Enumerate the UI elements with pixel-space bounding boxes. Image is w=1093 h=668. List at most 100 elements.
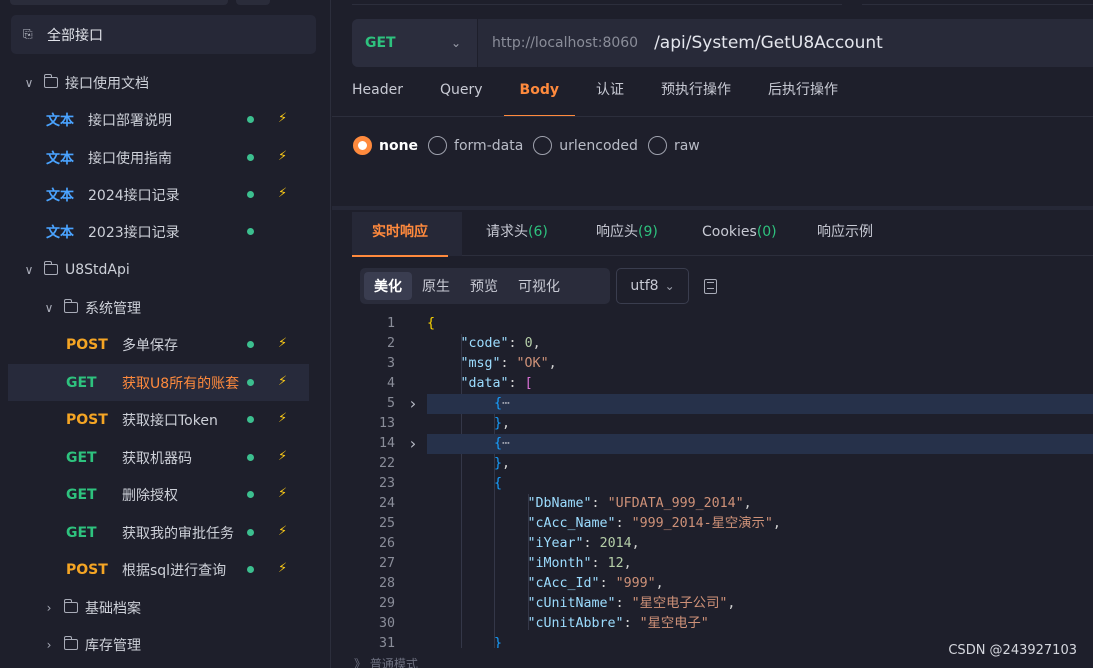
lightning-icon[interactable]: ⚡	[278, 524, 287, 539]
code-token: :	[508, 336, 525, 351]
status-dot-icon	[247, 529, 254, 536]
tree-item-label: 多单保存	[122, 337, 178, 354]
radio-circle-icon[interactable]	[533, 136, 553, 155]
body-type-radios: none form-data urlencoded raw	[353, 136, 710, 155]
code-line: 5 › {⋯	[387, 394, 1093, 414]
radio-circle-icon[interactable]	[353, 136, 372, 155]
tree-item[interactable]: 文本 接口部署说明 ⚡	[8, 101, 309, 138]
view-mode-button[interactable]: 可视化	[508, 272, 570, 300]
tree-folder[interactable]: ∨ 系统管理	[8, 289, 309, 326]
radio-label: form-data	[454, 137, 524, 154]
tree-item[interactable]: GET 删除授权 ⚡	[8, 476, 309, 513]
main-panel: GET ⌄ http://localhost:8060 /api/System/…	[332, 0, 1093, 668]
code-line: 30 "cUnitAbbre": "星空电子"	[352, 614, 1093, 634]
doc-tag: 文本	[46, 187, 74, 204]
tree-item[interactable]: GET 获取U8所有的账套 ⚡	[8, 364, 309, 401]
tree-folder[interactable]: › 库存管理	[8, 626, 309, 663]
request-tab[interactable]: 认证	[596, 74, 624, 117]
tree-folder[interactable]: ∨ 接口使用文档	[8, 64, 309, 101]
chevron-right-icon[interactable]: ›	[408, 434, 418, 454]
code-token: ,	[623, 556, 632, 571]
tree-item[interactable]: 文本 2024接口记录 ⚡	[8, 176, 309, 213]
response-tab[interactable]: 请求头(6)	[486, 212, 548, 256]
request-tab[interactable]: 预执行操作	[661, 74, 731, 117]
body-type-radio[interactable]: form-data	[428, 136, 523, 155]
tree-item[interactable]: POST 多单保存 ⚡	[8, 326, 309, 363]
tree-item[interactable]: POST 根据sql进行查询 ⚡	[8, 551, 309, 588]
code-line: 27 "iMonth": 12,	[352, 554, 1093, 574]
tree-folder[interactable]: ∨ U8StdApi	[8, 251, 309, 288]
watermark: CSDN @243927103	[948, 643, 1077, 658]
chevron-right-icon[interactable]: ›	[42, 638, 56, 652]
chevron-down-icon[interactable]: ∨	[22, 76, 36, 90]
request-tab[interactable]: Header	[352, 74, 403, 117]
status-dot-icon	[247, 341, 254, 348]
code-text: }	[494, 634, 502, 648]
all-api-item[interactable]: ⎘ 全部接口	[11, 15, 316, 54]
lightning-icon[interactable]: ⚡	[278, 374, 287, 389]
method-select[interactable]: GET ⌄	[352, 19, 478, 67]
line-number: 26	[378, 536, 395, 551]
status-dot-icon	[247, 566, 254, 573]
lightning-icon[interactable]: ⚡	[278, 149, 287, 164]
lightning-icon[interactable]: ⚡	[278, 411, 287, 426]
lightning-icon[interactable]: ⚡	[278, 186, 287, 201]
encoding-select[interactable]: utf8 ⌄	[616, 268, 689, 304]
code-text: "cAcc_Name": "999_2014-星空演示",	[528, 514, 781, 534]
response-tab[interactable]: 实时响应	[352, 212, 448, 257]
code-line: 3 "msg": "OK",	[352, 354, 1093, 374]
request-tab[interactable]: Body	[503, 74, 576, 117]
code-token: 0	[524, 336, 533, 351]
chevron-down-icon[interactable]: ∨	[22, 263, 36, 277]
code-token: "星空电子公司"	[631, 596, 728, 611]
body-type-radio[interactable]: none	[353, 136, 418, 155]
sidebar-search-input[interactable]	[10, 0, 228, 5]
radio-circle-icon[interactable]	[647, 136, 667, 155]
response-tab[interactable]: 响应头(9)	[596, 212, 658, 256]
tree-item[interactable]: 文本 接口使用指南 ⚡	[8, 139, 309, 176]
code-token: "星空电子"	[639, 616, 709, 631]
code-token: "UFDATA_999_2014"	[607, 496, 744, 511]
code-line: 25 "cAcc_Name": "999_2014-星空演示",	[352, 514, 1093, 534]
copy-icon[interactable]	[704, 279, 717, 294]
view-mode-button[interactable]: 预览	[460, 272, 508, 300]
view-mode-button[interactable]: 美化	[364, 272, 412, 300]
top-tab-strip-right	[862, 0, 1093, 5]
lightning-icon[interactable]: ⚡	[278, 449, 287, 464]
lightning-icon[interactable]: ⚡	[278, 111, 287, 126]
tree-item[interactable]: 文本 2023接口记录	[8, 213, 309, 250]
url-bar: GET ⌄ http://localhost:8060 /api/System/…	[352, 19, 1093, 67]
code-text: "cAcc_Id": "999",	[528, 574, 664, 594]
panel-divider[interactable]	[332, 206, 1093, 210]
body-type-radio[interactable]: raw	[647, 136, 700, 155]
lightning-icon[interactable]: ⚡	[278, 486, 287, 501]
path-input[interactable]: /api/System/GetU8Account	[654, 33, 883, 53]
tree-item[interactable]: GET 获取机器码 ⚡	[8, 439, 309, 476]
tree-folder-label: U8StdApi	[65, 261, 130, 278]
code-token: "cUnitName"	[527, 596, 616, 611]
request-tab[interactable]: Query	[440, 74, 483, 117]
request-tab[interactable]: 后执行操作	[768, 74, 838, 117]
chevron-down-icon[interactable]: ∨	[42, 301, 56, 315]
code-line: 24 "DbName": "UFDATA_999_2014",	[352, 494, 1093, 514]
request-tabs: Header Query Body 认证 预执行操作 后执行操作	[352, 74, 875, 117]
view-mode-button[interactable]: 原生	[412, 272, 460, 300]
tree-folder[interactable]: › 基础档案	[8, 589, 309, 626]
method-tag: POST	[66, 336, 108, 353]
tree-item[interactable]: GET 获取我的审批任务 ⚡	[8, 514, 309, 551]
sidebar-add-button[interactable]	[236, 0, 270, 5]
code-token: ,	[502, 416, 511, 431]
response-tab[interactable]: Cookies(0)	[702, 212, 777, 256]
code-line: 29 "cUnitName": "星空电子公司",	[352, 594, 1093, 614]
tree-item[interactable]: POST 获取接口Token ⚡	[8, 401, 309, 438]
response-editor[interactable]: 1{2 "code": 0, 3 "msg": "OK", 4 "data": [5 › {⋯…	[352, 312, 1093, 648]
radio-circle-icon[interactable]	[428, 136, 448, 155]
code-token: "data"	[460, 376, 509, 391]
chevron-right-icon[interactable]: ›	[408, 394, 418, 414]
lightning-icon[interactable]: ⚡	[278, 561, 287, 576]
sidebar: ⎘ 全部接口 ∨ 接口使用文档 文本 接口部署说明 ⚡ 文本 接口使用指南 ⚡ 文本 2024接口…	[0, 0, 331, 668]
lightning-icon[interactable]: ⚡	[278, 336, 287, 351]
body-type-radio[interactable]: urlencoded	[533, 136, 638, 155]
chevron-right-icon[interactable]: ›	[42, 601, 56, 615]
response-tab[interactable]: 响应示例	[817, 212, 873, 256]
